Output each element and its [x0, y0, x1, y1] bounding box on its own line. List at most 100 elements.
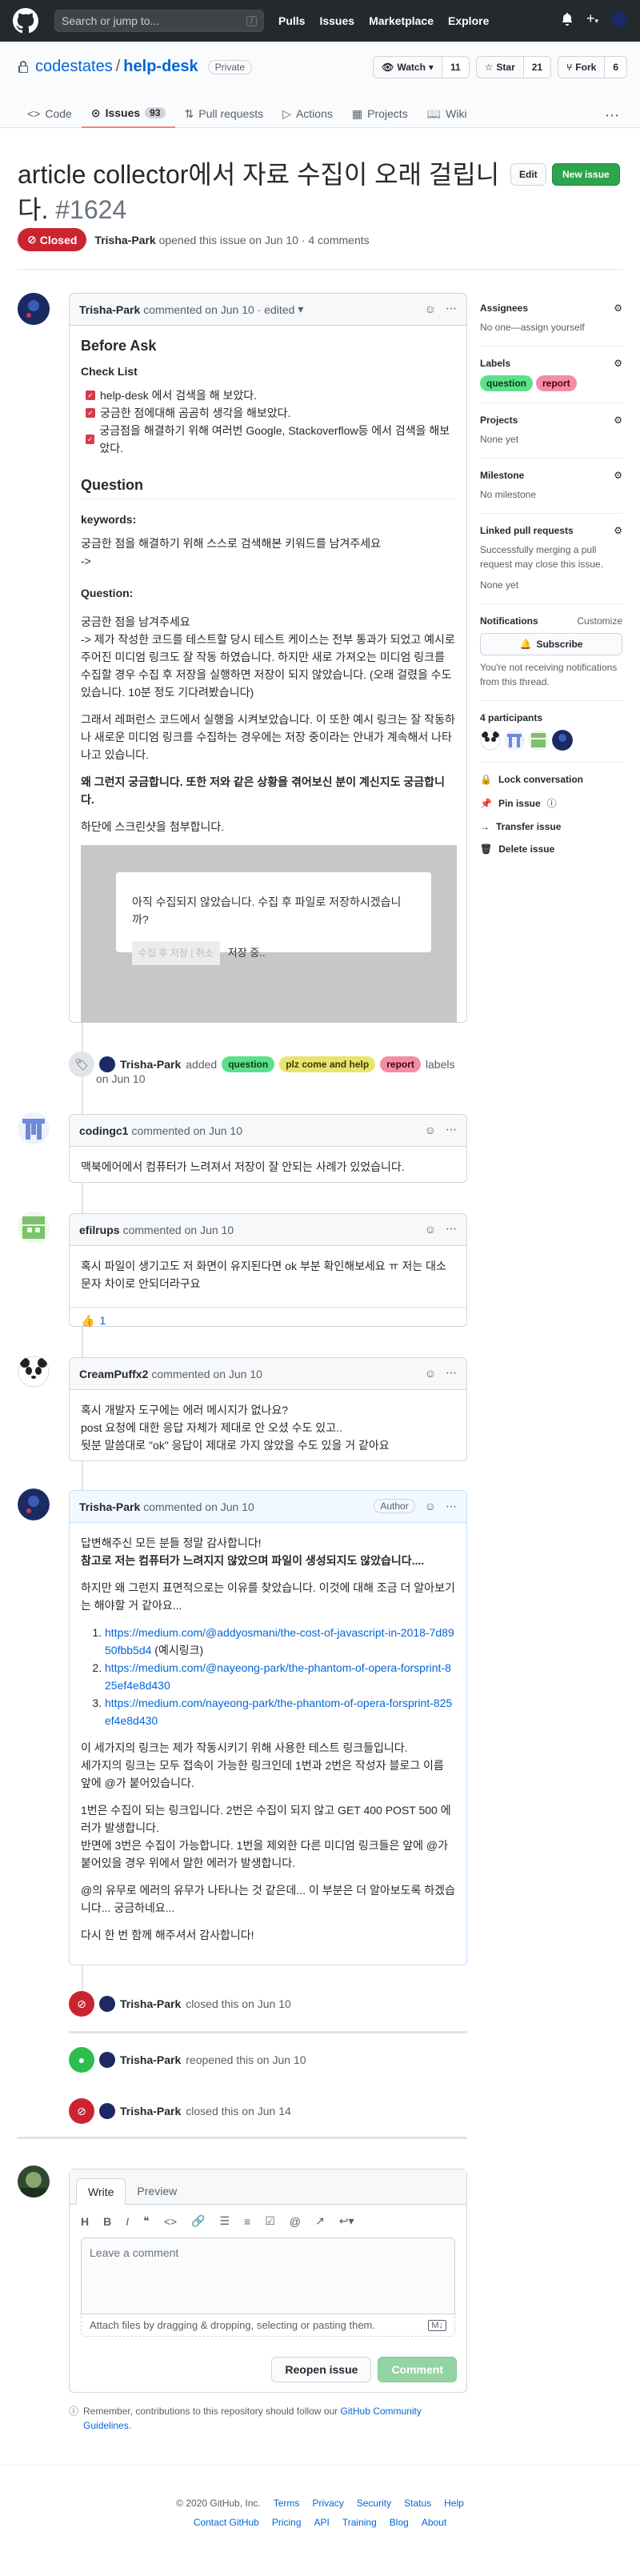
- reply-icon[interactable]: ↩▾: [339, 2214, 354, 2228]
- event-text[interactable]: closed this on Jun 10: [186, 1997, 291, 2010]
- pin-issue-link[interactable]: 📌 Pin issue ⓘ: [480, 796, 622, 810]
- attach-files-area[interactable]: Attach files by dragging & dropping, sel…: [81, 2314, 455, 2337]
- comment-meta[interactable]: commented on Jun 10: [123, 1224, 234, 1236]
- nav-pulls[interactable]: Pulls: [278, 14, 305, 27]
- footer-link-about[interactable]: About: [422, 2517, 446, 2528]
- ordered-list-icon[interactable]: ≡: [244, 2215, 250, 2228]
- avatar[interactable]: [18, 293, 50, 325]
- github-logo-icon[interactable]: [13, 8, 38, 34]
- reopen-issue-button[interactable]: Reopen issue: [271, 2357, 372, 2382]
- footer-link-status[interactable]: Status: [404, 2498, 431, 2509]
- gear-icon[interactable]: ⚙: [614, 525, 622, 536]
- footer-link-terms[interactable]: Terms: [274, 2498, 300, 2509]
- comment-author-link[interactable]: CreamPuffx2: [79, 1368, 148, 1380]
- checkbox-checked-icon[interactable]: ✓: [86, 435, 95, 444]
- comment-meta[interactable]: commented on Jun 10: [131, 1124, 242, 1137]
- screenshot-image[interactable]: 아직 수집되지 않았습니다. 수집 후 파일로 저장하시겠습니까? 수집 후 저…: [81, 845, 457, 1023]
- subscribe-button[interactable]: 🔔 Subscribe: [480, 633, 622, 655]
- more-icon[interactable]: ⋯: [605, 107, 619, 124]
- nav-marketplace[interactable]: Marketplace: [369, 14, 434, 27]
- avatar[interactable]: [18, 1356, 50, 1388]
- footer-link-pricing[interactable]: Pricing: [272, 2517, 302, 2528]
- comment-button[interactable]: Comment: [378, 2357, 457, 2382]
- comment-meta[interactable]: commented on Jun 10: [143, 1500, 254, 1513]
- avatar[interactable]: [504, 730, 525, 751]
- delete-issue-link[interactable]: 🗑 Delete issue: [480, 843, 622, 855]
- quote-icon[interactable]: ❝: [143, 2214, 150, 2228]
- smiley-icon[interactable]: ☺: [425, 1500, 436, 1512]
- kebab-icon[interactable]: ⋯: [446, 1222, 457, 1236]
- watch-count[interactable]: 11: [441, 57, 469, 78]
- avatar[interactable]: [99, 2052, 115, 2068]
- reaction-button[interactable]: 👍 1: [70, 1307, 466, 1334]
- event-actor-link[interactable]: Trisha-Park: [120, 1997, 181, 2010]
- issue-opener-link[interactable]: Trisha-Park: [94, 234, 155, 246]
- footer-link-blog[interactable]: Blog: [390, 2517, 409, 2528]
- comment-author-link[interactable]: efilrups: [79, 1224, 120, 1236]
- avatar[interactable]: [18, 1488, 50, 1520]
- watch-button[interactable]: 👁 Watch ▾ 11: [373, 56, 470, 78]
- avatar[interactable]: [480, 730, 501, 751]
- event-text[interactable]: reopened this on Jun 10: [186, 2053, 306, 2066]
- markdown-icon[interactable]: M↓: [428, 2319, 446, 2331]
- checkbox-checked-icon[interactable]: ✓: [86, 408, 95, 418]
- tab-actions[interactable]: ▷ Actions: [273, 99, 342, 128]
- assignees-value[interactable]: No one—assign yourself: [480, 320, 622, 335]
- cross-reference-icon[interactable]: ↗: [315, 2214, 325, 2228]
- smiley-icon[interactable]: ☺: [425, 1223, 436, 1236]
- medium-link[interactable]: https://medium.com/nayeong-park/the-phan…: [105, 1697, 452, 1727]
- event-actor-link[interactable]: Trisha-Park: [120, 1058, 181, 1071]
- info-icon[interactable]: ⓘ: [547, 796, 557, 810]
- label-plz-come-and-help[interactable]: plz come and help: [279, 1056, 376, 1072]
- unordered-list-icon[interactable]: ☰: [219, 2214, 230, 2228]
- comment-meta[interactable]: commented on Jun 10: [151, 1368, 262, 1380]
- kebab-icon[interactable]: ⋯: [446, 1500, 457, 1513]
- avatar[interactable]: [99, 1056, 115, 1072]
- plus-icon[interactable]: +▾: [586, 11, 598, 27]
- event-actor-link[interactable]: Trisha-Park: [120, 2053, 181, 2066]
- code-icon[interactable]: <>: [164, 2215, 177, 2228]
- star-button[interactable]: ☆ Star 21: [475, 56, 552, 78]
- label-question[interactable]: question: [222, 1056, 275, 1072]
- new-issue-button[interactable]: New issue: [552, 163, 620, 186]
- bell-icon[interactable]: [561, 13, 574, 26]
- star-count[interactable]: 21: [522, 57, 551, 78]
- checkbox-checked-icon[interactable]: ✓: [86, 391, 95, 400]
- chevron-down-icon[interactable]: ▾: [298, 302, 303, 316]
- footer-link-api[interactable]: API: [314, 2517, 330, 2528]
- tab-code[interactable]: <> Code: [18, 99, 82, 128]
- footer-link-security[interactable]: Security: [357, 2498, 391, 2509]
- avatar[interactable]: [611, 11, 627, 27]
- smiley-icon[interactable]: ☺: [425, 1367, 436, 1380]
- comment-author-link[interactable]: codingc1: [79, 1124, 128, 1137]
- tab-projects[interactable]: ▦ Projects: [342, 99, 418, 128]
- gear-icon[interactable]: ⚙: [614, 358, 622, 369]
- gear-icon[interactable]: ⚙: [614, 470, 622, 481]
- event-text[interactable]: closed this on Jun 14: [186, 2105, 291, 2117]
- kebab-icon[interactable]: ⋯: [446, 1123, 457, 1136]
- mention-icon[interactable]: @: [290, 2215, 301, 2228]
- avatar[interactable]: [99, 1996, 115, 2012]
- heading-icon[interactable]: H: [81, 2215, 89, 2228]
- footer-link-privacy[interactable]: Privacy: [312, 2498, 343, 2509]
- fork-count[interactable]: 6: [604, 57, 626, 78]
- nav-explore[interactable]: Explore: [448, 14, 489, 27]
- kebab-icon[interactable]: ⋯: [446, 302, 457, 315]
- link-icon[interactable]: 🔗: [191, 2214, 205, 2228]
- comment-textarea[interactable]: Leave a comment: [81, 2237, 455, 2314]
- label-report[interactable]: report: [380, 1056, 421, 1072]
- tab-issues[interactable]: ⊙ Issues 93: [81, 99, 175, 128]
- avatar[interactable]: [99, 2103, 115, 2119]
- tab-write[interactable]: Write: [76, 2178, 126, 2205]
- fork-button[interactable]: ⑂ Fork 6: [558, 56, 627, 78]
- lock-conversation-link[interactable]: 🔒 Lock conversation: [480, 774, 622, 785]
- footer-link-training[interactable]: Training: [342, 2517, 377, 2528]
- repo-owner-link[interactable]: codestates: [35, 58, 113, 76]
- tab-pull-requests[interactable]: ⇅ Pull requests: [175, 99, 274, 128]
- footer-link-help[interactable]: Help: [444, 2498, 464, 2509]
- footer-link-contact[interactable]: Contact GitHub: [194, 2517, 259, 2528]
- label-report[interactable]: report: [536, 375, 577, 391]
- event-date[interactable]: on Jun 10: [96, 1072, 146, 1085]
- gear-icon[interactable]: ⚙: [614, 415, 622, 426]
- customize-link[interactable]: Customize: [577, 615, 622, 627]
